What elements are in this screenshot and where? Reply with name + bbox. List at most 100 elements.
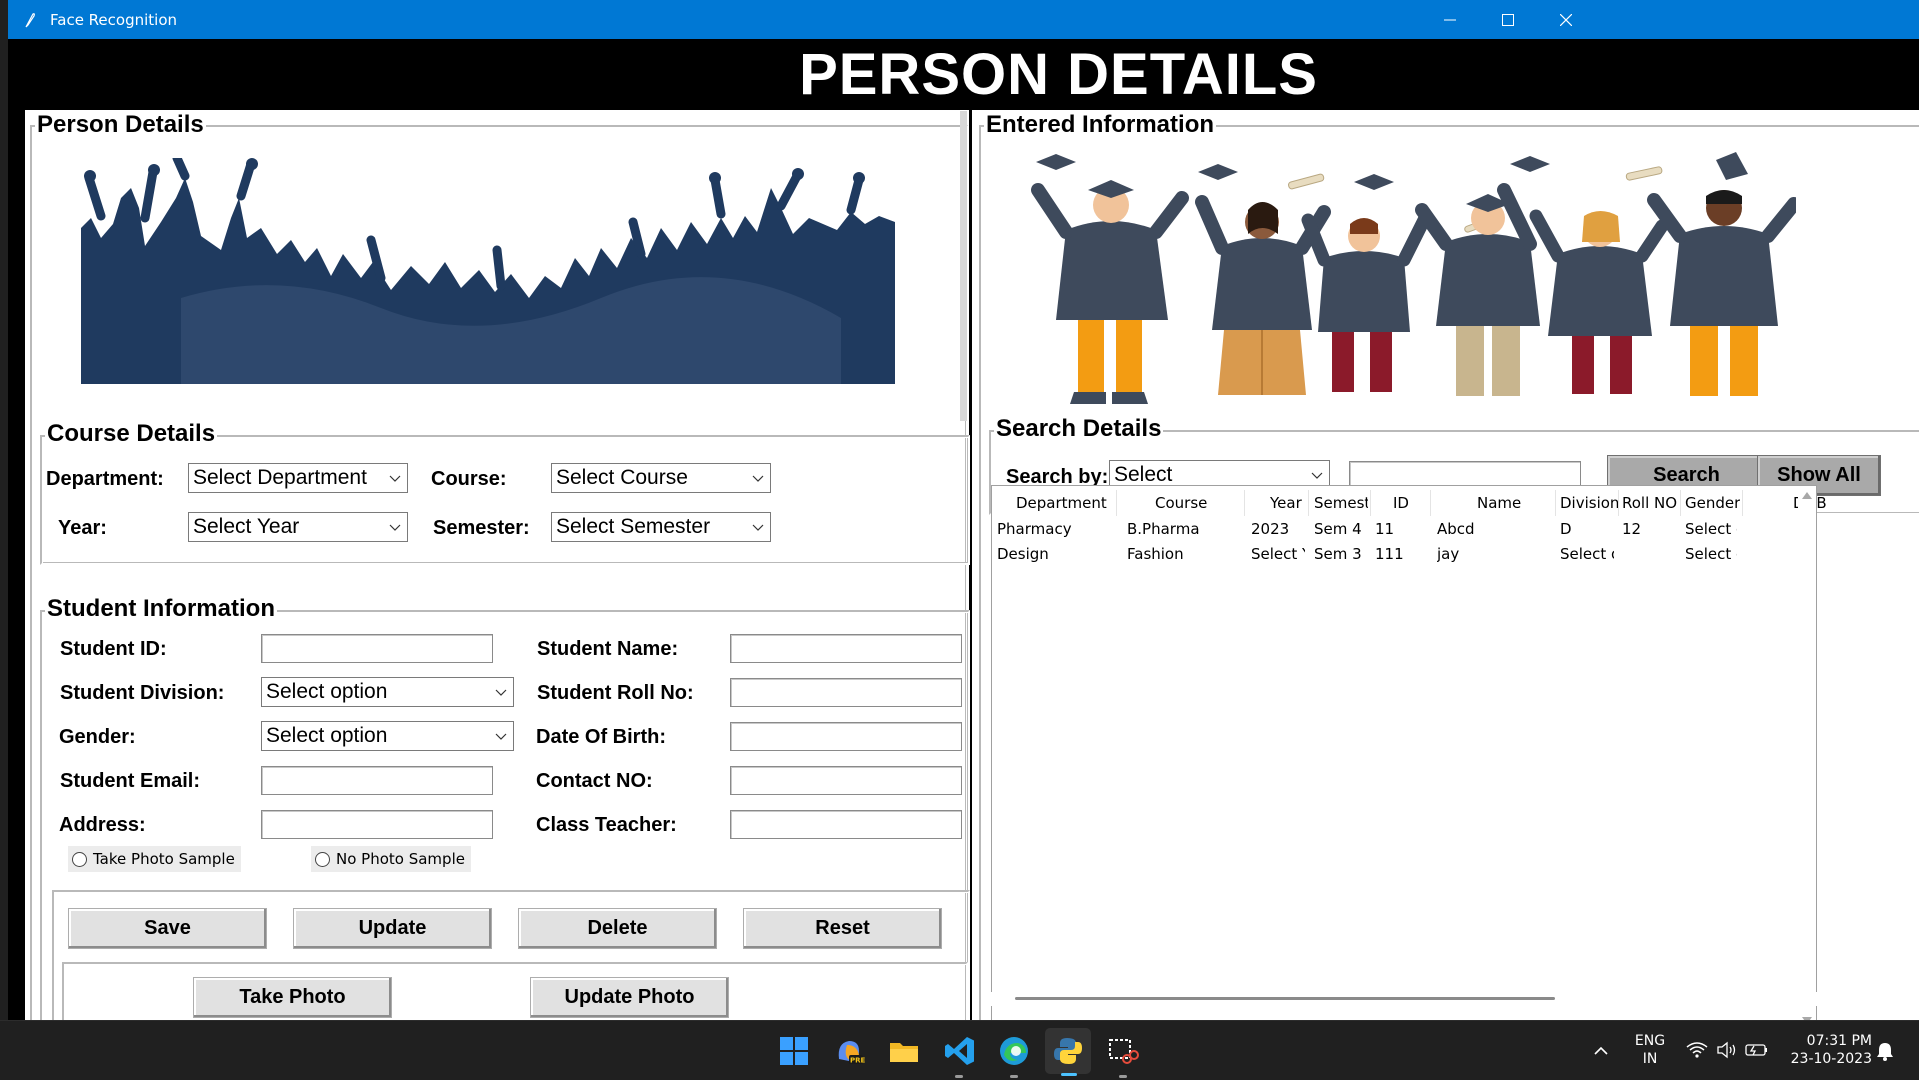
app-window: PERSON DETAILS Person Details Course Det… xyxy=(8,39,1919,1070)
student-email-input[interactable] xyxy=(261,766,493,795)
student-roll-label: Student Roll No: xyxy=(537,682,694,704)
course-details-title: Course Details xyxy=(45,420,218,447)
column-divider[interactable] xyxy=(1370,490,1371,516)
edge-running-indicator xyxy=(1010,1075,1018,1078)
student-id-label: Student ID: xyxy=(60,638,167,660)
take-photo-button[interactable]: Take Photo xyxy=(193,977,392,1018)
take-photo-sample-radio[interactable]: Take Photo Sample xyxy=(68,846,241,872)
windows-start-icon[interactable] xyxy=(778,1035,810,1067)
battery-icon[interactable] xyxy=(1745,1042,1769,1058)
student-division-label: Student Division: xyxy=(60,682,225,704)
radio-circle xyxy=(72,851,87,867)
dob-input[interactable] xyxy=(730,722,962,751)
column-divider[interactable] xyxy=(1308,490,1309,516)
student-email-label: Student Email: xyxy=(60,770,201,792)
contact-input[interactable] xyxy=(730,766,962,795)
year-label: Year: xyxy=(58,517,107,539)
column-header-name[interactable]: Name xyxy=(1477,494,1521,512)
cell-name: jay xyxy=(1437,545,1460,563)
edge-icon[interactable] xyxy=(998,1035,1030,1067)
column-header-division[interactable]: Division xyxy=(1560,494,1619,512)
column-divider[interactable] xyxy=(1742,490,1743,516)
gender-select-value: Select option xyxy=(266,724,388,747)
student-roll-input[interactable] xyxy=(730,678,962,707)
snipping-tool-icon[interactable] xyxy=(1107,1035,1139,1067)
column-header-gender[interactable]: Gender xyxy=(1685,494,1740,512)
minimize-button[interactable] xyxy=(1421,0,1479,39)
student-info-title: Student Information xyxy=(45,595,277,622)
minimize-icon xyxy=(1444,19,1456,20)
dob-label: Date Of Birth: xyxy=(536,726,666,748)
course-select[interactable]: Select Course xyxy=(551,463,771,493)
column-header-course[interactable]: Course xyxy=(1155,494,1207,512)
cell-division: D xyxy=(1560,520,1572,538)
column-divider[interactable] xyxy=(1618,490,1619,516)
clock-time: 07:31 PM xyxy=(1806,1033,1872,1049)
page-banner: PERSON DETAILS xyxy=(799,42,1318,107)
column-divider[interactable] xyxy=(1680,490,1681,516)
chevron-down-icon xyxy=(389,475,401,482)
cell-year: Select Y xyxy=(1251,545,1305,563)
update-button[interactable]: Update xyxy=(293,908,492,949)
volume-icon[interactable] xyxy=(1716,1041,1738,1059)
show-hidden-icons-chevron-icon[interactable] xyxy=(1593,1044,1609,1056)
take-photo-sample-label: Take Photo Sample xyxy=(93,850,235,868)
cell-semester: Sem 3 xyxy=(1314,545,1362,563)
scroll-up-arrow-icon[interactable] xyxy=(1802,491,1812,499)
semester-select[interactable]: Select Semester xyxy=(551,512,771,542)
address-input[interactable] xyxy=(261,810,493,839)
column-header-roll-no[interactable]: Roll NO xyxy=(1622,494,1677,512)
wifi-icon[interactable] xyxy=(1686,1041,1708,1059)
update-photo-button[interactable]: Update Photo xyxy=(530,977,729,1018)
address-label: Address: xyxy=(59,814,146,836)
column-header-department[interactable]: Department xyxy=(1016,494,1107,512)
cell-id: 111 xyxy=(1375,545,1404,563)
left-panel-scrollbar[interactable] xyxy=(960,111,967,421)
notification-bell-icon[interactable] xyxy=(1876,1041,1894,1061)
clock-date: 23-10-2023 xyxy=(1790,1051,1872,1067)
column-header-id[interactable]: ID xyxy=(1393,494,1409,512)
cell-gender: Select o xyxy=(1685,545,1737,563)
language-code: ENG xyxy=(1634,1033,1666,1049)
region-code: IN xyxy=(1642,1051,1658,1067)
column-divider[interactable] xyxy=(1555,490,1556,516)
cell-department: Pharmacy xyxy=(997,520,1072,538)
table-horizontal-scrollbar[interactable] xyxy=(991,992,1817,1006)
python-icon[interactable] xyxy=(1052,1035,1084,1067)
department-select[interactable]: Select Department xyxy=(188,463,408,493)
close-button[interactable] xyxy=(1537,0,1595,39)
copilot-icon[interactable]: PRE xyxy=(833,1035,865,1067)
student-id-input[interactable] xyxy=(261,634,493,663)
maximize-button[interactable] xyxy=(1479,0,1537,39)
vscode-icon[interactable] xyxy=(944,1035,976,1067)
feather-app-icon xyxy=(25,12,35,27)
cell-department: Design xyxy=(997,545,1049,563)
class-teacher-input[interactable] xyxy=(730,810,962,839)
column-divider[interactable] xyxy=(1430,490,1431,516)
course-label: Course: xyxy=(431,468,507,490)
year-select[interactable]: Select Year xyxy=(188,512,408,542)
horizontal-scroll-thumb[interactable] xyxy=(1015,997,1555,1000)
search-details-title: Search Details xyxy=(994,415,1164,442)
no-photo-sample-radio[interactable]: No Photo Sample xyxy=(311,846,471,872)
title-bar: Face Recognition xyxy=(8,0,1919,39)
clock[interactable]: 07:31 PM 23-10-2023 xyxy=(1782,1032,1872,1068)
cell-id: 11 xyxy=(1375,520,1395,538)
crowd-banner-image xyxy=(81,158,895,384)
cell-course: Fashion xyxy=(1127,545,1184,563)
delete-button[interactable]: Delete xyxy=(518,908,717,949)
column-divider[interactable] xyxy=(1116,490,1117,516)
gender-select[interactable]: Select option xyxy=(261,721,514,751)
reset-button[interactable]: Reset xyxy=(743,908,942,949)
student-division-select[interactable]: Select option xyxy=(261,677,514,707)
table-vertical-scrollbar[interactable] xyxy=(1798,486,1816,1030)
save-button[interactable]: Save xyxy=(68,908,267,949)
chevron-down-icon xyxy=(389,524,401,531)
student-name-input[interactable] xyxy=(730,634,962,663)
language-indicator[interactable]: ENG IN xyxy=(1632,1032,1668,1068)
column-header-semester[interactable]: Semeste xyxy=(1314,494,1368,512)
file-explorer-icon[interactable] xyxy=(888,1035,920,1067)
column-header-year[interactable]: Year xyxy=(1270,494,1302,512)
column-divider[interactable] xyxy=(1244,490,1245,516)
python-active-indicator xyxy=(1061,1073,1077,1076)
